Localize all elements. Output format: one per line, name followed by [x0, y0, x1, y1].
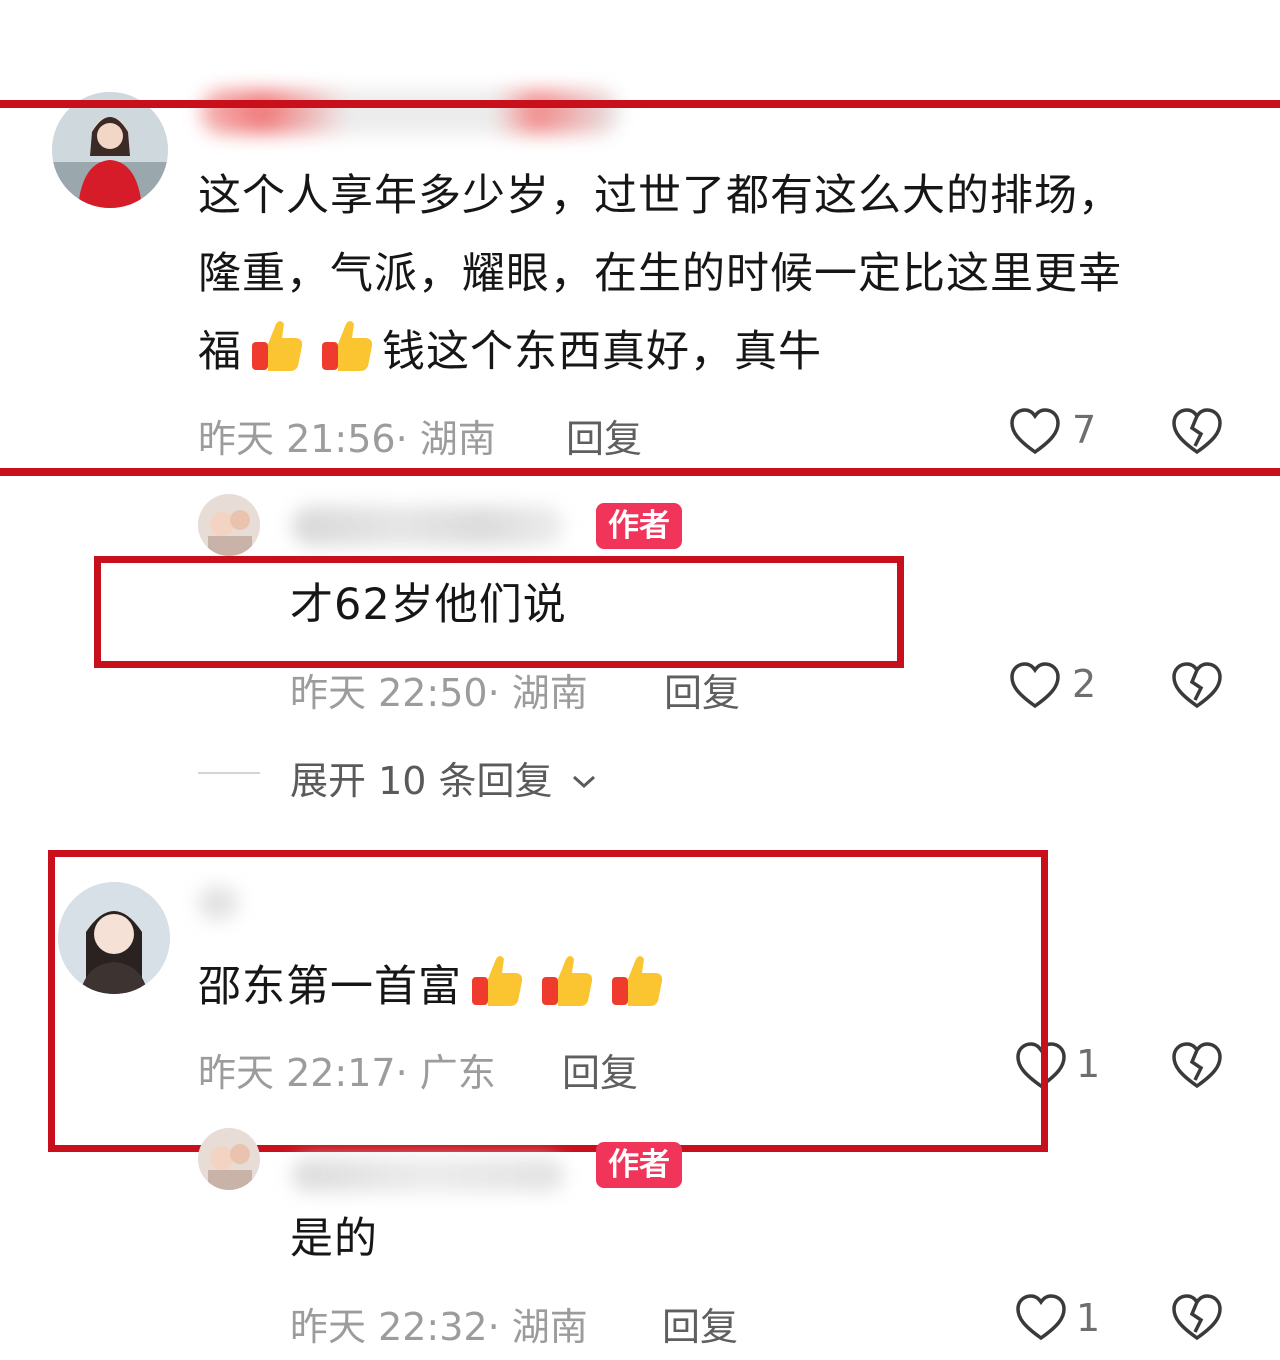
comment-time: 昨天 22:50 — [290, 671, 488, 715]
comment-meta: 昨天 21:56· 湖南 — [198, 417, 496, 461]
broken-heart-icon[interactable] — [1170, 660, 1224, 712]
comment-line: 隆重，气派，耀眼，在生的时候一定比这里更幸 — [198, 249, 1122, 299]
author-badge: 作者 — [596, 1142, 682, 1188]
expand-replies-label: 展开 10 条回复 — [290, 759, 553, 803]
like-count: 1 — [1076, 1042, 1101, 1086]
like-count: 7 — [1072, 408, 1097, 452]
comment-meta: 昨天 22:32· 湖南 — [290, 1305, 588, 1349]
heart-outline-icon[interactable] — [1008, 406, 1062, 458]
broken-heart-icon[interactable] — [1170, 1040, 1224, 1092]
chevron-down-icon — [571, 755, 597, 799]
annotation-box — [94, 556, 904, 668]
author-badge: 作者 — [596, 503, 682, 549]
username-blurred — [200, 90, 620, 134]
heart-outline-icon[interactable] — [1008, 660, 1062, 712]
avatar[interactable] — [198, 494, 260, 556]
avatar[interactable] — [52, 92, 168, 208]
avatar[interactable] — [198, 1128, 260, 1190]
like-count: 1 — [1076, 1296, 1101, 1340]
username-blurred — [292, 1158, 564, 1192]
comment-meta: 昨天 22:50· 湖南 — [290, 671, 588, 715]
annotation-box — [48, 850, 1048, 1152]
reply-button[interactable]: 回复 — [664, 662, 740, 717]
expand-replies-button[interactable]: 展开 10 条回复 — [290, 750, 597, 805]
comment-location: 湖南 — [511, 1305, 588, 1349]
comment-location: 湖南 — [511, 671, 588, 715]
reply-button[interactable]: 回复 — [566, 408, 642, 463]
broken-heart-icon[interactable] — [1170, 406, 1224, 458]
broken-heart-icon[interactable] — [1170, 1292, 1224, 1344]
comment-line: 福钱这个东西真好，真牛 — [198, 313, 1228, 399]
like-count: 2 — [1072, 662, 1097, 706]
heart-outline-icon[interactable] — [1014, 1292, 1068, 1344]
comment-location: 湖南 — [419, 417, 496, 461]
thumbs-up-emoji — [248, 316, 306, 399]
reply-button[interactable]: 回复 — [662, 1296, 738, 1351]
comment-text: 是的 — [290, 1214, 378, 1264]
expand-divider — [198, 772, 260, 774]
annotation-line — [0, 100, 1280, 108]
comment-time: 昨天 21:56 — [198, 417, 396, 461]
comment-text: 这个人享年多少岁，过世了都有这么大的排场， 隆重，气派，耀眼，在生的时候一定比这… — [198, 157, 1228, 399]
comment-time: 昨天 22:32 — [290, 1305, 488, 1349]
annotation-line — [0, 468, 1280, 476]
username-blurred — [292, 506, 564, 546]
thumbs-up-emoji — [318, 316, 376, 399]
comment-line: 这个人享年多少岁，过世了都有这么大的排场， — [198, 171, 1122, 221]
